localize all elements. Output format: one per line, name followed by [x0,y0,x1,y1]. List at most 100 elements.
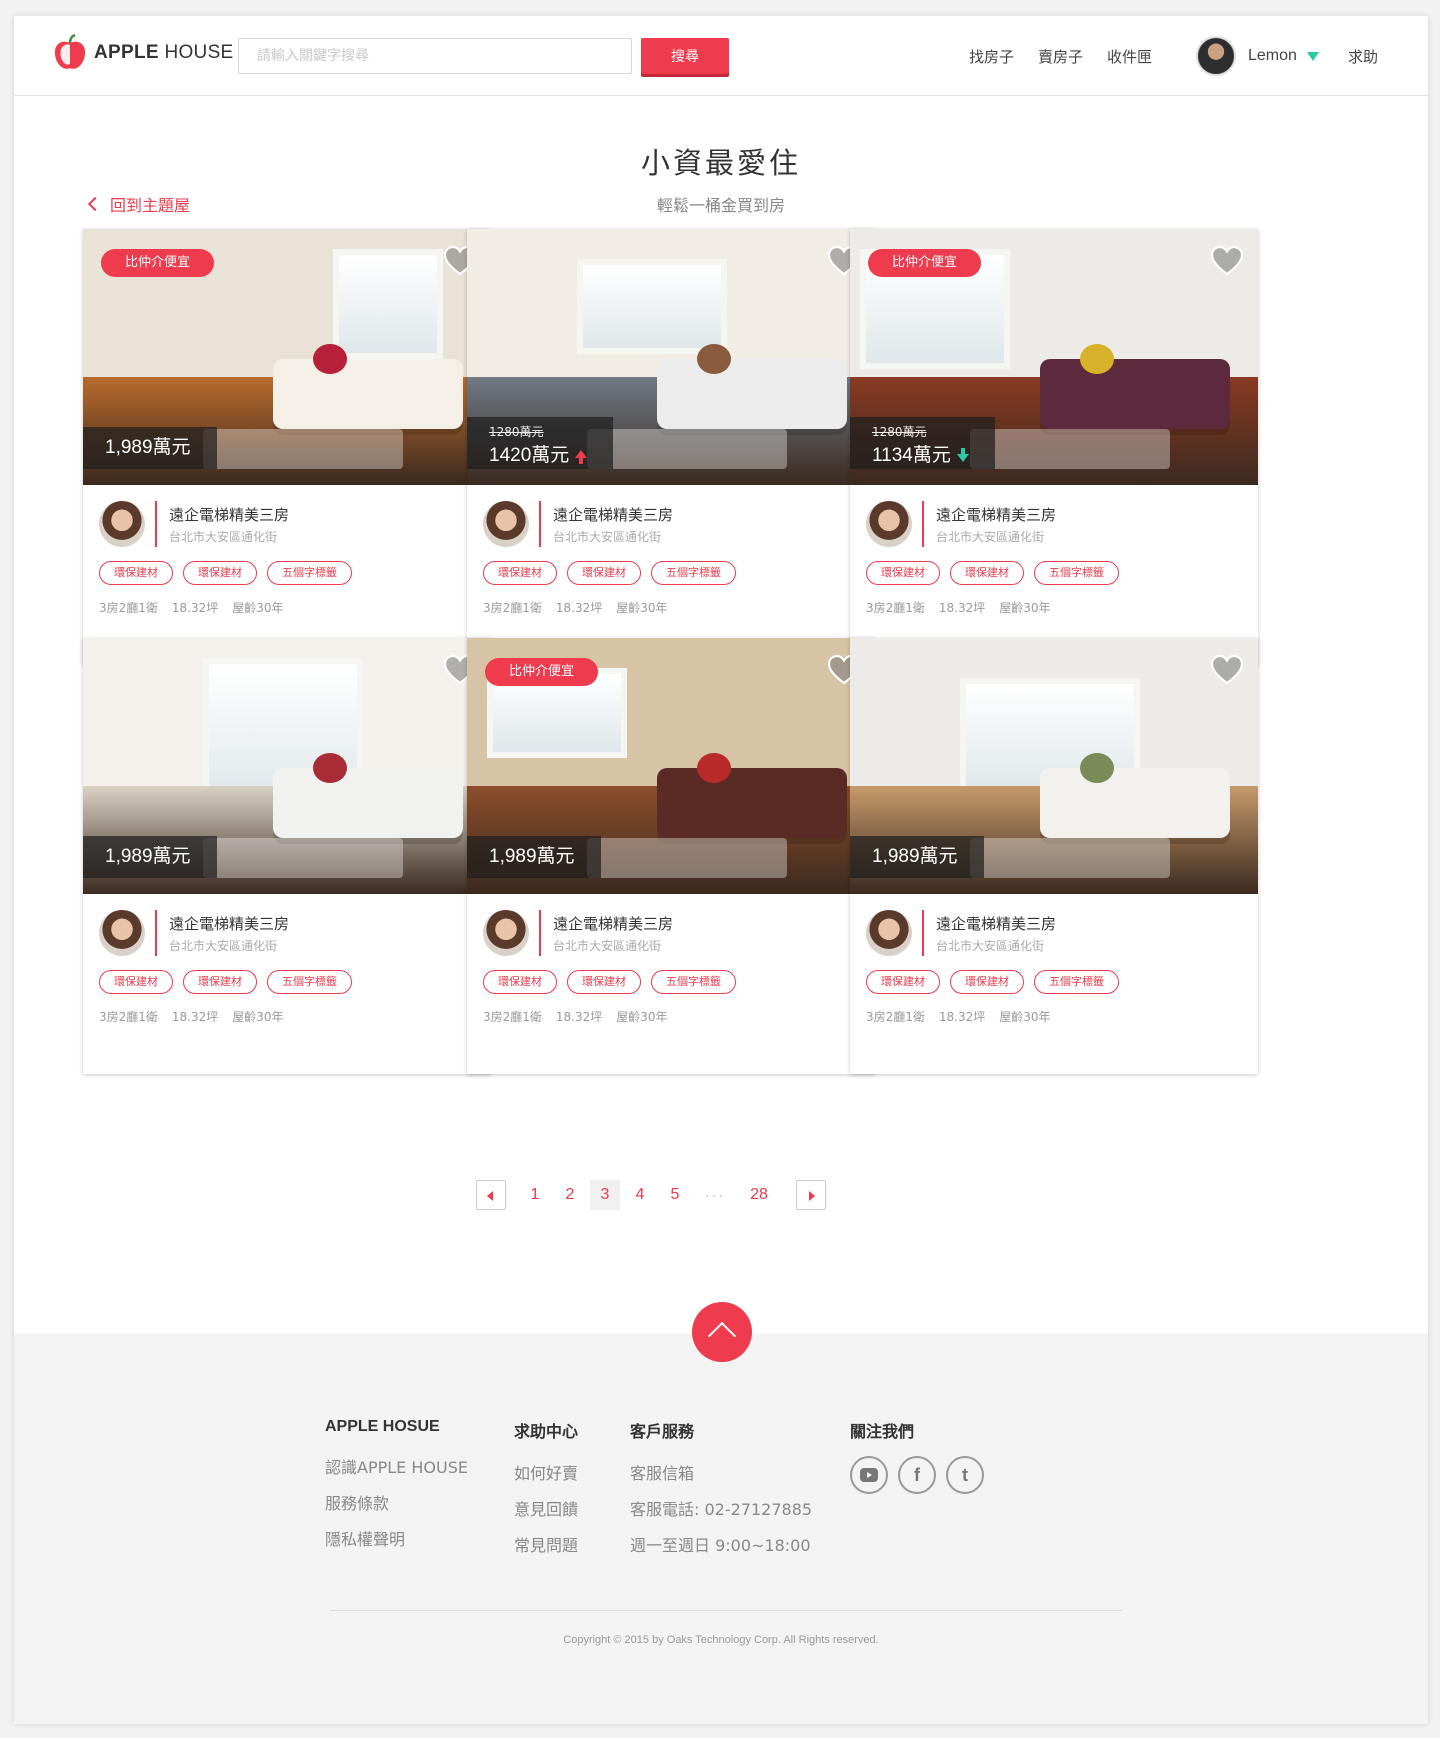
listing-card[interactable]: 1,989萬元 遠企電梯精美三房 台北市大安區通化街 環保建材 環保建材 五個字標籤 3房2… [83,638,491,1074]
spec-item: 屋齡30年 [616,601,668,615]
feature-tag: 五個字標籤 [651,970,736,994]
price-box: 1,989萬元 [83,836,217,878]
agent-row: 遠企電梯精美三房 台北市大安區通化街 [866,501,1242,547]
room-sofa [657,359,847,429]
social-links: f t [850,1456,984,1494]
feature-tag: 環保建材 [866,561,940,585]
room-window [333,249,443,359]
back-link[interactable]: 回到主題屋 [87,192,190,216]
page-number[interactable]: 5 [660,1180,690,1210]
listing-card[interactable]: 1280萬元 1420萬元遠企電梯精美三房 台北市大安區通化街環保建材 環保建材 五個字… [467,229,875,665]
feature-tag: 環保建材 [567,561,641,585]
nav-find-house[interactable]: 找房子 [969,46,1014,67]
footer-link[interactable]: 隱私權聲明 [325,1522,468,1558]
listing-photo[interactable]: 比仲介便宜 1280萬元 1134萬元 [850,229,1258,485]
search-input[interactable] [238,38,632,74]
listing-title[interactable]: 遠企電梯精美三房 [169,913,289,934]
page-title: 小資最愛住 [640,146,801,180]
listing-specs: 3房2廳1衛 18.32坪 屋齡30年 [99,1008,475,1025]
tag-list: 環保建材 環保建材 五個字標籤 [483,970,859,994]
tumblr-icon[interactable]: t [946,1456,984,1494]
listing-title[interactable]: 遠企電梯精美三房 [553,913,673,934]
page-number-current[interactable]: 3 [590,1180,620,1210]
agent-avatar[interactable] [99,910,145,956]
listing-card[interactable]: 比仲介便宜 1,989萬元 遠企電梯精美三房 台北市大安區通化街 環保建材 環保建材 五個字… [83,229,491,665]
feature-tag: 環保建材 [183,561,257,585]
footer-link[interactable]: 如何好賣 [514,1456,578,1492]
listing-address: 台北市大安區通化街 [553,938,662,953]
listing-title[interactable]: 遠企電梯精美三房 [936,913,1056,934]
agent-avatar[interactable] [483,910,529,956]
prev-page-button[interactable] [476,1180,506,1210]
spec-item: 屋齡30年 [232,601,284,615]
spec-item: 屋齡30年 [232,1010,284,1024]
spec-item: 3房2廳1衛 [483,1010,542,1024]
page-number[interactable]: 1 [520,1180,550,1210]
price-box: 1280萬元 1420萬元 [467,417,614,469]
footer-link[interactable]: 認識APPLE HOUSE [325,1450,468,1486]
footer-link[interactable]: 客服信箱 [630,1456,812,1492]
footer-link[interactable]: 意見回饋 [514,1492,578,1528]
spec-item: 3房2廳1衛 [99,601,158,615]
listing-photo[interactable]: 1280萬元 1420萬元 [467,229,875,485]
listing-photo[interactable]: 比仲介便宜 1,989萬元 [467,638,875,894]
agent-avatar[interactable] [483,501,529,547]
agent-avatar[interactable] [99,501,145,547]
heart-icon[interactable] [1210,654,1244,686]
listing-info: 遠企電梯精美三房 台北市大安區通化街 環保建材 環保建材 五個字標籤 3房2廳1衛 18.3… [850,485,1258,616]
listing-card[interactable]: 1,989萬元 遠企電梯精美三房 台北市大安區通化街 環保建材 環保建材 五個字標籤 3房2… [850,638,1258,1074]
listing-photo[interactable]: 比仲介便宜 1,989萬元 [83,229,491,485]
feature-tag: 五個字標籤 [267,561,352,585]
facebook-icon[interactable]: f [898,1456,936,1494]
spec-item: 3房2廳1衛 [866,1010,925,1024]
footer-hours: 週一至週日 9:00~18:00 [630,1536,811,1555]
listing-photo[interactable]: 1,989萬元 [83,638,491,894]
logo[interactable]: APPLE HOUSE [52,34,234,72]
room-sofa [657,768,847,838]
listing-photo[interactable]: 1,989萬元 [850,638,1258,894]
listing-specs: 3房2廳1衛 18.32坪 屋齡30年 [483,599,859,616]
footer-heading: APPLE HOSUE [325,1418,440,1435]
agent-avatar[interactable] [866,501,912,547]
agent-avatar[interactable] [866,910,912,956]
footer-heading: 求助中心 [514,1422,579,1441]
user-menu[interactable]: Lemon [1196,36,1319,76]
page-number-last[interactable]: 28 [744,1180,774,1210]
cheaper-badge: 比仲介便宜 [485,658,599,686]
spec-item: 3房2廳1衛 [866,601,925,615]
feature-tag: 環保建材 [483,561,557,585]
pagination: 1 2 3 4 5 ··· 28 [14,1180,1428,1212]
agent-row: 遠企電梯精美三房 台北市大安區通化街 [483,501,859,547]
listing-title[interactable]: 遠企電梯精美三房 [936,504,1056,525]
listing-card[interactable]: 比仲介便宜 1280萬元 1134萬元 遠企電梯精美三房 台北市大安區通化街 環保建材 環保… [850,229,1258,665]
room-accent [313,344,347,374]
footer-link[interactable]: 服務條款 [325,1486,468,1522]
agent-row: 遠企電梯精美三房台北市大安區通化街 [483,910,859,956]
back-to-top-button[interactable] [692,1302,752,1362]
search-button[interactable]: 搜尋 [641,38,729,74]
feature-tag: 環保建材 [99,561,173,585]
listing-title[interactable]: 遠企電梯精美三房 [169,504,289,525]
listing-title[interactable]: 遠企電梯精美三房 [553,504,673,525]
footer-col-service: 客戶服務 客服信箱 客服電話: 02-27127885 週一至週日 9:00~1… [630,1418,812,1564]
nav-sell-house[interactable]: 賣房子 [1038,46,1083,67]
nav-inbox[interactable]: 收件匣 [1107,46,1152,67]
apple-logo-icon [54,34,86,69]
triangle-right-icon [809,1191,815,1201]
listing-card[interactable]: 比仲介便宜 1,989萬元遠企電梯精美三房台北市大安區通化街環保建材 環保建材 五個字… [467,638,875,1074]
footer-col-brand: APPLE HOSUE 認識APPLE HOUSE 服務條款 隱私權聲明 [325,1418,468,1558]
tag-list: 環保建材 環保建材 五個字標籤 [483,561,859,585]
spec-item: 18.32坪 [171,1010,219,1024]
page-number[interactable]: 4 [625,1180,655,1210]
listing-address: 台北市大安區通化街 [169,529,278,544]
tag-list: 環保建材 環保建材 五個字標籤 [99,561,475,585]
footer-phone: 客服電話: 02-27127885 [630,1500,813,1519]
feature-tag: 環保建材 [950,970,1024,994]
feature-tag: 五個字標籤 [1034,561,1119,585]
footer-link[interactable]: 常見問題 [514,1528,578,1564]
heart-icon[interactable] [1210,245,1244,277]
help-link[interactable]: 求助 [1348,46,1378,67]
page-number[interactable]: 2 [555,1180,585,1210]
next-page-button[interactable] [796,1180,826,1210]
youtube-icon[interactable] [850,1456,888,1494]
